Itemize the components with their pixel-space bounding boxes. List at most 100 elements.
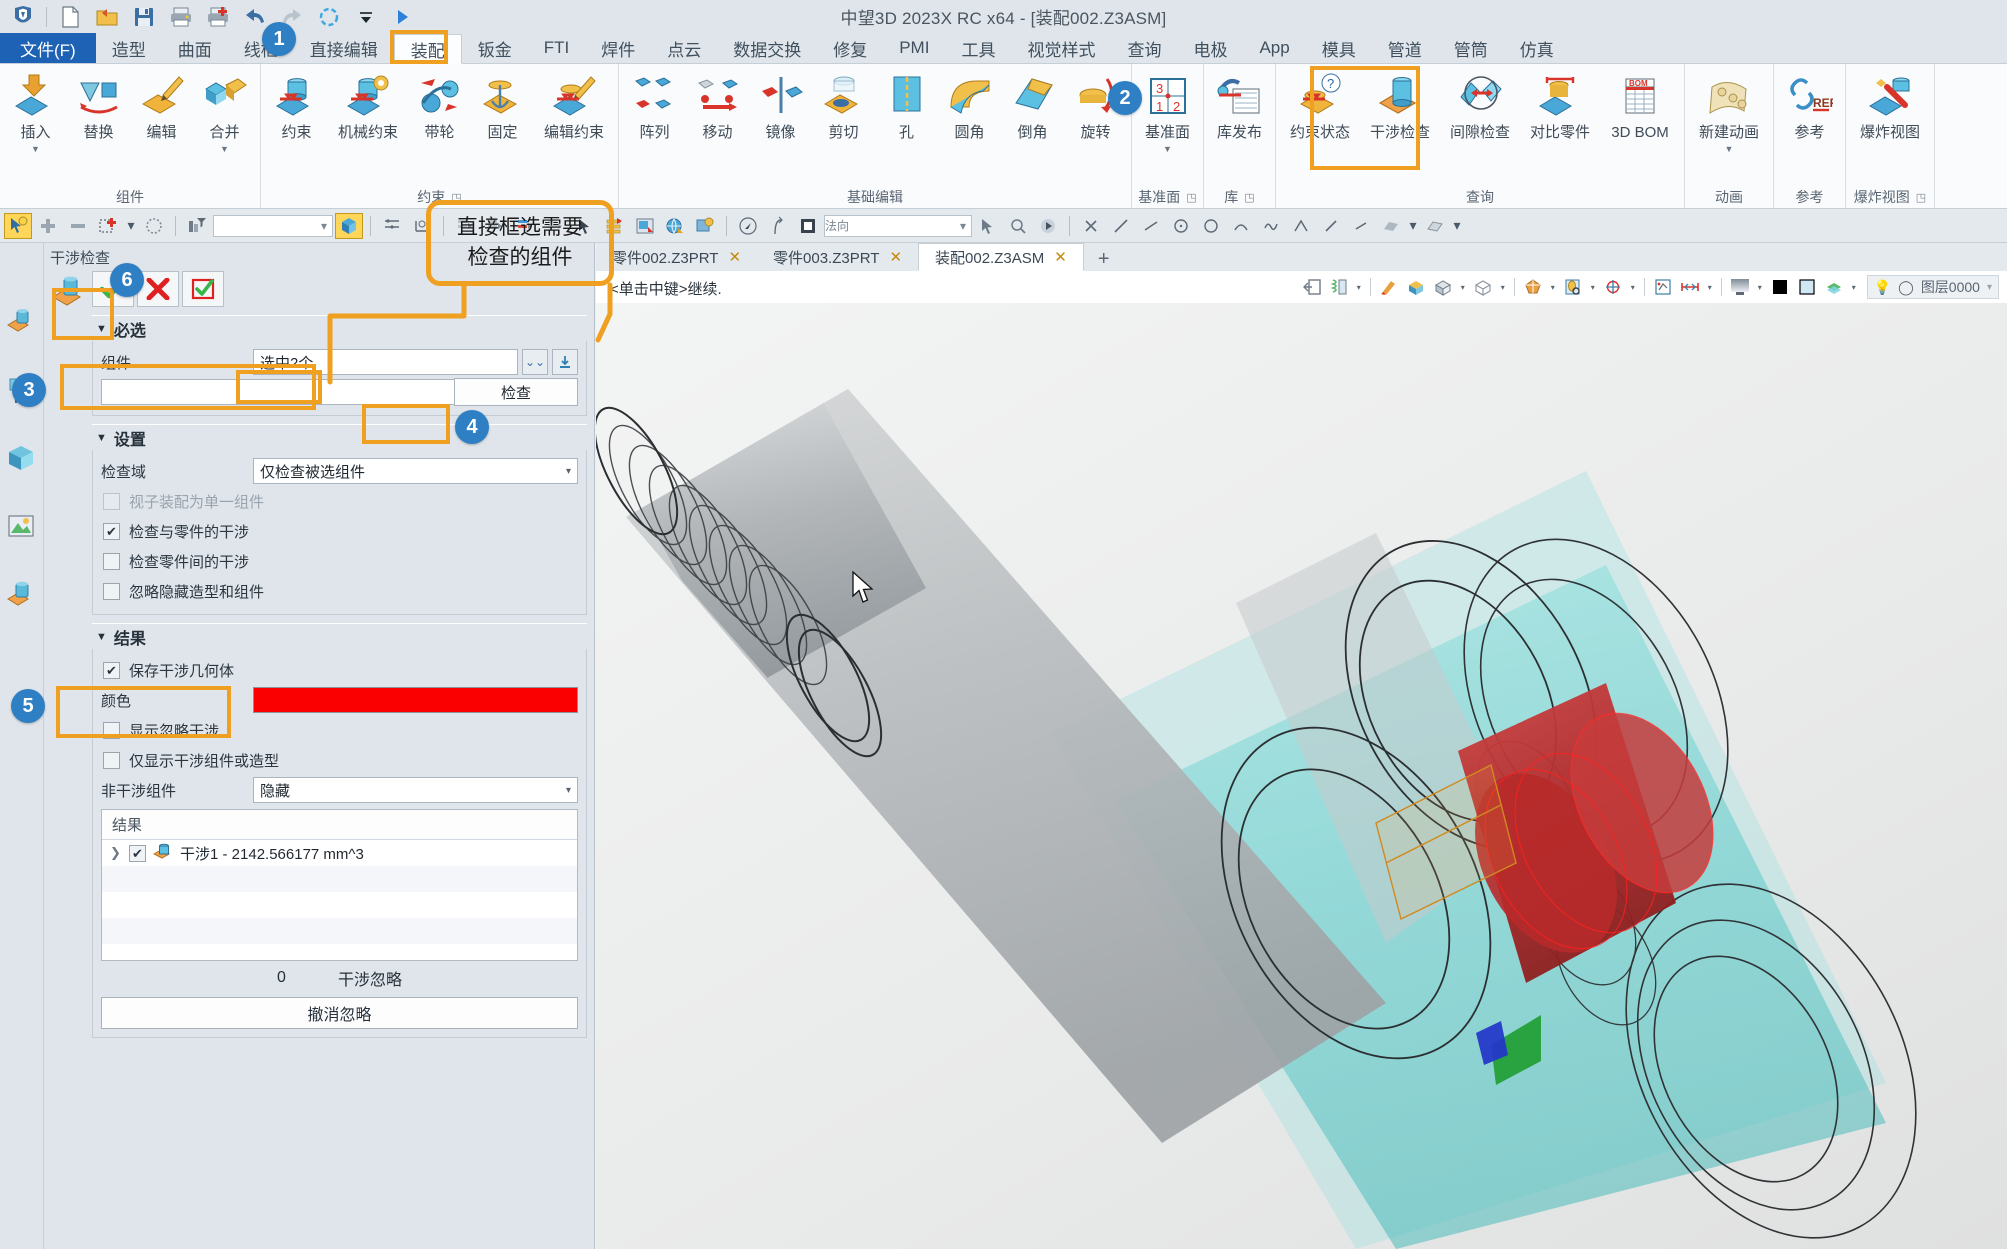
assembly-select-icon[interactable] bbox=[335, 212, 363, 239]
chevron-right-icon[interactable]: ❯ bbox=[110, 845, 122, 861]
noninterfering-row[interactable]: 非干涉组件 隐藏 ▾ bbox=[101, 775, 578, 805]
background-icon[interactable] bbox=[1727, 274, 1753, 300]
ribbon-button-chamfer[interactable]: 倒角 bbox=[1001, 69, 1064, 155]
face-color-icon[interactable] bbox=[1794, 274, 1820, 300]
section-results-header[interactable]: ▼ 结果 bbox=[92, 623, 587, 649]
line2-icon[interactable] bbox=[1137, 213, 1165, 239]
new-tab-icon[interactable]: + bbox=[1084, 248, 1124, 271]
layer-dropdown-icon[interactable]: ▾ bbox=[1987, 282, 1992, 293]
arc-icon[interactable] bbox=[1227, 213, 1255, 239]
zoom-dropdown-icon[interactable]: ▾ bbox=[1587, 283, 1599, 292]
ribbon-tab-4[interactable]: 直接编辑 bbox=[294, 33, 394, 63]
diagonal2-icon[interactable] bbox=[1347, 213, 1375, 239]
document-area[interactable]: 零件002.Z3PRT ✕ 零件003.Z3PRT ✕ 装配002.Z3ASM ✕ + ▾ … bbox=[596, 243, 2007, 1249]
layers-stack-icon[interactable] bbox=[1821, 274, 1847, 300]
section-required-header[interactable]: ▼ 必选 bbox=[92, 315, 587, 341]
thread-display-icon[interactable] bbox=[1326, 274, 1352, 300]
filter-combo[interactable]: ▾ bbox=[213, 214, 333, 237]
interference-color-swatch[interactable] bbox=[253, 687, 578, 713]
settings-gear-icon[interactable] bbox=[691, 213, 719, 239]
ribbon-button-new-animation[interactable]: 新建动画 ▼ bbox=[1689, 69, 1769, 155]
settings-checkbox-3[interactable] bbox=[103, 582, 120, 600]
component-value-field[interactable]: 选中2个 bbox=[253, 349, 518, 375]
background-dropdown-icon[interactable]: ▾ bbox=[1754, 283, 1766, 292]
ribbon-tab-9[interactable]: 点云 bbox=[651, 33, 717, 63]
undo-ignore-button[interactable]: 撤消忽略 bbox=[101, 997, 578, 1029]
ribbon-tab-strip[interactable]: 文件(F) 造型 曲面 线框 直接编辑 装配 钣金 FTI 焊件 点云 数据交换 修复 PMI 工具 视觉样… bbox=[0, 33, 2007, 64]
ribbon-button-cut[interactable]: 剪切 bbox=[812, 69, 875, 155]
filter-icon[interactable] bbox=[183, 213, 211, 239]
line-color-black-icon[interactable] bbox=[1767, 274, 1793, 300]
normal-direction-combo[interactable]: 法向 ▾ bbox=[824, 214, 972, 237]
ribbon-button-explode-view[interactable]: 爆炸视图 bbox=[1850, 69, 1930, 155]
magnifier-icon[interactable] bbox=[1004, 213, 1032, 239]
dimension-style-icon[interactable] bbox=[378, 213, 406, 239]
line-icon[interactable] bbox=[1107, 213, 1135, 239]
plane-icon[interactable] bbox=[1421, 213, 1449, 239]
close-icon[interactable]: ✕ bbox=[1054, 248, 1067, 266]
settings-checkbox-row-1[interactable]: ✔ 检查与零件的干涉 bbox=[101, 516, 578, 546]
ribbon-tab-16[interactable]: 电极 bbox=[1177, 33, 1243, 63]
pick-pointer-icon[interactable] bbox=[571, 213, 599, 239]
chevron-down-icon[interactable]: ▼ bbox=[1163, 144, 1172, 154]
thread-dropdown-icon[interactable]: ▾ bbox=[1353, 283, 1365, 292]
image-layer-icon[interactable] bbox=[4, 509, 40, 545]
result-row[interactable]: ❯ ✔ 干涉1 - 2142.566177 mm^3 bbox=[102, 840, 577, 866]
bulb-icon[interactable]: 💡 bbox=[1874, 279, 1891, 296]
ribbon-button-replace-component[interactable]: 替换 bbox=[67, 69, 130, 155]
curve-direction-icon[interactable] bbox=[764, 213, 792, 239]
component-pick-icon[interactable] bbox=[552, 349, 578, 375]
add-selection-icon[interactable] bbox=[34, 213, 62, 239]
wireframe-icon[interactable] bbox=[1470, 274, 1496, 300]
document-tab-bar[interactable]: 零件002.Z3PRT ✕ 零件003.Z3PRT ✕ 装配002.Z3ASM ✕ + bbox=[596, 243, 2007, 271]
check-button[interactable]: 检查 bbox=[454, 378, 578, 406]
snapshot-icon[interactable] bbox=[631, 213, 659, 239]
globe-icon[interactable] bbox=[661, 213, 689, 239]
document-tab-1[interactable]: 零件003.Z3PRT ✕ bbox=[757, 243, 918, 271]
layer-select-c-icon[interactable] bbox=[511, 213, 539, 239]
result-row-checkbox[interactable]: ✔ bbox=[129, 844, 146, 862]
wireframe-dropdown-icon[interactable]: ▾ bbox=[1497, 283, 1509, 292]
ribbon-tab-18[interactable]: 模具 bbox=[1306, 33, 1372, 63]
settings-checkbox-2[interactable] bbox=[103, 552, 120, 570]
settings-checkbox-row-3[interactable]: 忽略隐藏造型和组件 bbox=[101, 576, 578, 606]
shade-dropdown-icon[interactable]: ▾ bbox=[1457, 283, 1469, 292]
layers-dropdown-icon[interactable]: ▾ bbox=[1848, 283, 1860, 292]
chevron-down-icon[interactable]: ▼ bbox=[1725, 144, 1734, 154]
only-show-interfering-checkbox[interactable] bbox=[103, 751, 120, 769]
face-dropdown-icon[interactable]: ▾ bbox=[1407, 213, 1419, 239]
results-rows[interactable]: ❯ ✔ 干涉1 - 2142.566177 mm^3 bbox=[102, 840, 577, 970]
close-icon[interactable]: ✕ bbox=[889, 248, 902, 266]
box-select-icon[interactable] bbox=[94, 213, 122, 239]
interference-check-panel[interactable]: 干涉检查 ▼ 必选 组件 选中2个 ⌄⌄ 检查 ▼ 设置 检查域 仅检查被选组件… bbox=[44, 243, 595, 1249]
ribbon-tab-19[interactable]: 管道 bbox=[1372, 33, 1438, 63]
ribbon-button-bom[interactable]: BOM 3D BOM bbox=[1600, 69, 1680, 155]
zoom-window-icon[interactable] bbox=[1560, 274, 1586, 300]
show-ignored-checkbox[interactable] bbox=[103, 721, 120, 739]
view-orientation-icon[interactable] bbox=[1650, 274, 1676, 300]
arrow-cursor-icon[interactable] bbox=[974, 213, 1002, 239]
ribbon-tab-8[interactable]: 焊件 bbox=[585, 33, 651, 63]
component-row[interactable]: 组件 选中2个 ⌄⌄ bbox=[101, 347, 578, 377]
only-show-interfering-checkbox-row[interactable]: 仅显示干涉组件或造型 bbox=[101, 745, 578, 775]
close-icon[interactable]: ✕ bbox=[728, 248, 741, 266]
ribbon-tab-13[interactable]: 工具 bbox=[945, 33, 1011, 63]
document-tab-0[interactable]: 零件002.Z3PRT ✕ bbox=[596, 243, 757, 271]
ribbon-button-pattern[interactable]: 阵列 bbox=[623, 69, 686, 155]
settings-checkbox-group[interactable]: 视子装配为单一组件 ✔ 检查与零件的干涉 检查零件间的干涉 忽略隐藏造型和组件 bbox=[101, 486, 578, 606]
ribbon-tab-14[interactable]: 视觉样式 bbox=[1011, 33, 1111, 63]
ribbon-button-compare-part[interactable]: 对比零件 bbox=[1520, 69, 1600, 155]
visual-style-icon[interactable] bbox=[1376, 274, 1402, 300]
ribbon-button-hole[interactable]: 孔 bbox=[875, 69, 938, 155]
fit-width-icon[interactable] bbox=[1677, 274, 1703, 300]
layer-select-a-icon[interactable] bbox=[451, 213, 479, 239]
ribbon-tab-7[interactable]: FTI bbox=[528, 33, 586, 63]
rotate-dropdown-icon[interactable]: ▾ bbox=[1627, 283, 1639, 292]
results-list[interactable]: 结果 ❯ ✔ 干涉1 - 2142.566177 mm^3 bbox=[101, 809, 578, 961]
remove-selection-icon[interactable] bbox=[64, 213, 92, 239]
ribbon-tab-11[interactable]: 修复 bbox=[817, 33, 883, 63]
document-tab-2[interactable]: 装配002.Z3ASM ✕ bbox=[918, 243, 1084, 271]
ribbon-tab-1[interactable]: 造型 bbox=[96, 33, 162, 63]
ribbon-panel[interactable]: 插入 ▼ 替换 编辑 合并 ▼ 组件 约束 机械约束 带轮 固定 编辑约束 约束 ◳ 阵列 移动 镜像 剪切孔圆角… bbox=[0, 64, 2007, 209]
ribbon-tab-6[interactable]: 钣金 bbox=[462, 33, 528, 63]
